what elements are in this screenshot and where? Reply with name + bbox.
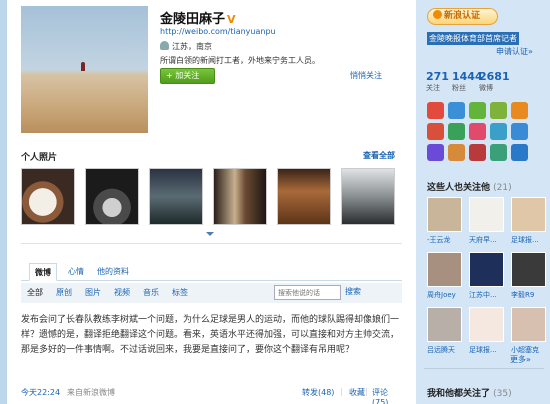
person-name-link[interactable]: -王云龙 <box>427 235 451 245</box>
meta-separator: | <box>365 387 368 396</box>
filter-image[interactable]: 图片 <box>85 287 101 298</box>
avatar[interactable] <box>427 197 462 232</box>
weibo-icon[interactable] <box>427 102 444 119</box>
group-icon[interactable] <box>511 144 528 161</box>
mutual-count: (35) <box>493 389 512 399</box>
quiet-follow-link[interactable]: 悄悄关注 <box>350 70 382 81</box>
photo-icon[interactable] <box>511 102 528 119</box>
person-name-link[interactable]: 足球报... <box>469 345 497 355</box>
people-section-title: 这些人也关注他 (21) <box>427 180 512 193</box>
person-name-link[interactable]: 足球报... <box>511 235 539 245</box>
profile-tabs: 微博 心情 他的资料 <box>21 263 402 281</box>
profile-bio: 所谓白领的新闻打工者，外地来宁务工人员。 <box>160 56 320 65</box>
photo-thumbnail[interactable] <box>341 168 395 225</box>
photo-thumbnail[interactable] <box>277 168 331 225</box>
forward-link[interactable]: 转发(48) <box>302 387 334 398</box>
avatar[interactable] <box>469 307 504 342</box>
gift-icon[interactable] <box>427 123 444 140</box>
profile-location: 江苏，南京 <box>160 41 212 52</box>
avatar[interactable] <box>511 197 546 232</box>
profile-avatar[interactable] <box>21 6 148 133</box>
game-icon[interactable] <box>448 123 465 140</box>
filter-bar: 全部 原创 图片 视频 音乐 标签 搜索 <box>21 283 402 303</box>
stat-following[interactable]: 271 关注 <box>426 70 452 93</box>
map-icon[interactable] <box>469 144 486 161</box>
follow-button[interactable]: + 加关注 <box>160 68 215 84</box>
book-icon[interactable] <box>448 144 465 161</box>
photo-thumbnail[interactable] <box>149 168 203 225</box>
verify-icon <box>433 10 442 19</box>
sina-verify-badge[interactable]: 新浪认证 <box>427 8 498 25</box>
avatar-figure <box>81 62 85 71</box>
vote-icon[interactable] <box>469 102 486 119</box>
section-divider <box>21 243 402 244</box>
avatar[interactable] <box>427 307 462 342</box>
stat-label: 关注 <box>426 84 440 92</box>
post-source: 来自新浪微博 <box>67 388 115 397</box>
stat-posts[interactable]: 2681 微博 <box>479 70 510 93</box>
people-title-text: 这些人也关注他 <box>427 183 491 193</box>
mutual-title-text: 我和他都关注了 <box>427 389 491 399</box>
person-name-link[interactable]: 李毅R9 <box>511 290 534 300</box>
person-name-link[interactable]: 天府早... <box>469 235 497 245</box>
avatar[interactable] <box>511 252 546 287</box>
search-input[interactable] <box>274 285 341 300</box>
user-icon <box>160 41 169 50</box>
tool-icon[interactable] <box>490 144 507 161</box>
photo-thumbnail[interactable] <box>21 168 75 225</box>
tab-profile-info[interactable]: 他的资料 <box>97 263 129 281</box>
filter-original[interactable]: 原创 <box>56 287 72 298</box>
news-icon[interactable] <box>511 123 528 140</box>
photo-thumbnail[interactable] <box>85 168 139 225</box>
photos-view-all-link[interactable]: 查看全部 <box>363 150 395 161</box>
apps-icon[interactable] <box>469 123 486 140</box>
meta-separator: | <box>340 387 343 396</box>
photo-thumbnail[interactable] <box>213 168 267 225</box>
sidebar-divider <box>424 368 544 369</box>
avatar[interactable] <box>511 307 546 342</box>
verify-label: 新浪认证 <box>444 11 481 21</box>
tab-mood[interactable]: 心情 <box>68 263 84 281</box>
mobile-icon[interactable] <box>490 102 507 119</box>
tab-weibo[interactable]: 微博 <box>29 263 57 281</box>
verified-org: 金陵晚报体育部首席记者 <box>427 32 519 45</box>
video-icon[interactable] <box>427 144 444 161</box>
avatar[interactable] <box>427 252 462 287</box>
avatar[interactable] <box>469 252 504 287</box>
filter-music[interactable]: 音乐 <box>143 287 159 298</box>
profile-name-text: 金陵田麻子 <box>160 12 226 27</box>
profile-url-link[interactable]: http://weibo.com/tianyuanpu <box>160 27 276 36</box>
expand-arrow-icon[interactable] <box>206 232 214 236</box>
stat-value: 1444 <box>452 70 483 83</box>
stat-followers[interactable]: 1444 粉丝 <box>452 70 483 93</box>
favorite-link[interactable]: 收藏 <box>349 387 365 398</box>
people-count: (21) <box>493 183 512 193</box>
music-icon[interactable] <box>448 102 465 119</box>
profile-name: 金陵田麻子 V <box>160 8 236 27</box>
filter-video[interactable]: 视频 <box>114 287 130 298</box>
main-column: 金陵田麻子 V http://weibo.com/tianyuanpu 江苏，南京… <box>7 0 416 404</box>
stat-label: 微博 <box>479 84 493 92</box>
comment-link[interactable]: 评论(75) <box>372 387 401 404</box>
location-text: 江苏，南京 <box>172 42 212 51</box>
post-time-link[interactable]: 今天22:24 <box>21 387 60 398</box>
post-text: 发布会问了长春队教练李树斌一个问题，为什么足球是男人的运动，而他的球队踢得却像娘… <box>21 315 400 355</box>
person-name-link[interactable]: 江苏中... <box>469 290 497 300</box>
avatar[interactable] <box>469 197 504 232</box>
photos-title: 个人照片 <box>21 153 58 163</box>
filter-all[interactable]: 全部 <box>27 287 43 298</box>
mutual-follow-title: 我和他都关注了 (35) <box>427 386 512 399</box>
more-people-link[interactable]: 更多» <box>510 354 531 365</box>
filter-tag[interactable]: 标签 <box>172 287 188 298</box>
person-name-link[interactable]: 周舟Joey <box>427 290 456 300</box>
sidebar: 新浪认证 金陵晚报体育部首席记者 申请认证» 271 关注 1444 粉丝 26… <box>416 0 550 404</box>
stat-label: 粉丝 <box>452 84 466 92</box>
stat-value: 271 <box>426 70 449 83</box>
person-name-link[interactable]: 吕远腾天 <box>427 345 455 355</box>
apply-verify-link[interactable]: 申请认证» <box>496 46 533 57</box>
chat-icon[interactable] <box>490 123 507 140</box>
verified-icon: V <box>227 13 236 26</box>
stat-value: 2681 <box>479 70 510 83</box>
search-button[interactable]: 搜索 <box>345 286 361 297</box>
